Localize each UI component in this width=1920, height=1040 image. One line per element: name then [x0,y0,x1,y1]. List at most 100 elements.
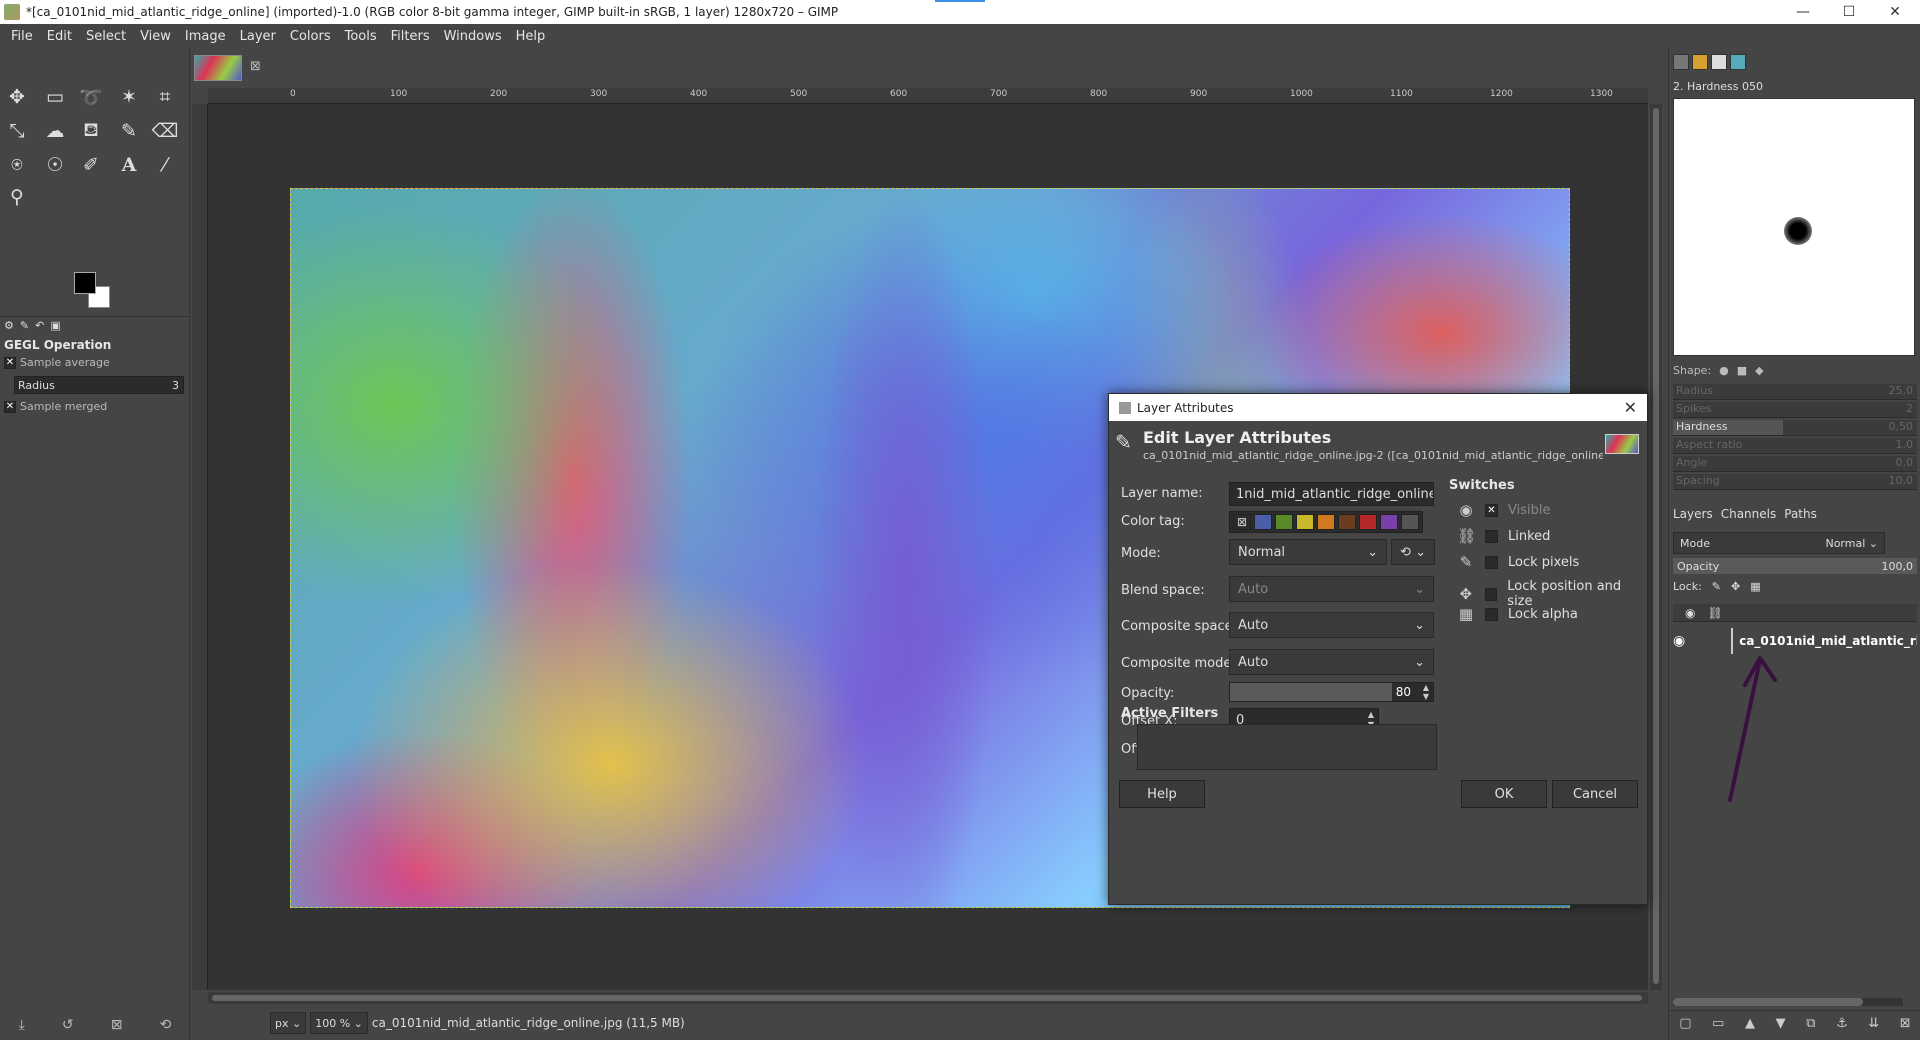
sample-merged-checkbox[interactable]: ✕ [4,400,16,413]
fg-bg-colors[interactable] [72,270,116,310]
visible-checkbox[interactable]: ✕ [1485,503,1498,517]
color-tag-swatch[interactable] [1380,514,1398,530]
menu-tools[interactable]: Tools [338,29,384,44]
foreground-color[interactable] [74,272,96,294]
paths-tool-icon[interactable]: ✐ [76,150,106,180]
menu-edit[interactable]: Edit [40,29,79,44]
brushes-tab-icon[interactable] [1673,54,1689,70]
delete-layer-icon[interactable]: ⊠ [1900,1016,1911,1031]
tool-options-tab-icon[interactable]: ⚙ [4,319,14,332]
color-tag-swatch[interactable] [1275,514,1293,530]
brush-aspect-slider[interactable]: Aspect ratio 1,0 [1673,438,1917,454]
color-picker-tool-icon[interactable]: ⁄ [150,150,180,180]
brush-angle-slider[interactable]: Angle 0,0 [1673,456,1917,472]
color-tag-swatch[interactable] [1401,514,1419,530]
move-tool-icon[interactable]: ✥ [2,82,32,112]
rect-select-tool-icon[interactable]: ▭ [40,82,70,112]
horizontal-ruler[interactable]: 0 100 200 300 400 500 600 700 800 900 10… [208,88,1648,104]
unit-select[interactable]: px ⌄ [270,1012,307,1034]
color-tag-none[interactable]: ⊠ [1233,514,1251,530]
merge-layer-icon[interactable]: ⇊ [1868,1016,1879,1031]
layer-name-input[interactable]: 1nid_mid_atlantic_ridge_online.jpg [1229,482,1434,506]
lock-pixels-checkbox[interactable] [1485,555,1498,569]
restore-options-icon[interactable]: ↺ [62,1017,74,1033]
opacity-slider[interactable]: 80 ▲ ▼ [1229,682,1434,702]
eye-icon[interactable]: ◉ [1673,633,1685,649]
color-tag-swatch[interactable] [1317,514,1335,530]
lock-alpha-icon[interactable]: ▦ [1750,580,1760,593]
layer-opacity-slider[interactable]: Opacity 100,0 [1673,558,1917,574]
warp-tool-icon[interactable]: ☁ [40,116,70,146]
color-tag-swatch[interactable] [1296,514,1314,530]
switch-visible[interactable]: ◉ ✕ Visible [1457,501,1550,519]
dialog-close-icon[interactable]: ✕ [1624,398,1637,417]
cancel-button[interactable]: Cancel [1552,780,1638,808]
tab-layers[interactable]: Layers [1673,507,1713,521]
menu-filters[interactable]: Filters [384,29,437,44]
sample-average-option[interactable]: ✕ Sample average [4,356,110,369]
menu-layer[interactable]: Layer [233,29,283,44]
color-tag-swatch[interactable] [1338,514,1356,530]
anchor-layer-icon[interactable]: ⚓ [1836,1016,1848,1031]
composite-space-select[interactable]: Auto ⌄ [1229,612,1434,638]
shape-diamond-icon[interactable]: ◆ [1755,364,1763,377]
brush-radius-slider[interactable]: Radius 25,0 [1673,384,1917,400]
sample-average-checkbox[interactable]: ✕ [4,356,16,369]
switch-lock-alpha[interactable]: ▦ Lock alpha [1457,605,1578,623]
device-status-tab-icon[interactable]: ✎ [20,319,29,332]
opacity-spin-arrows[interactable]: ▲ ▼ [1419,683,1433,701]
layer-list-scrollbar[interactable] [1673,998,1903,1006]
switch-linked[interactable]: ⛓ Linked [1457,527,1550,545]
layer-mode-select[interactable]: Mode Normal ⌄ [1673,532,1885,554]
ok-button[interactable]: OK [1461,780,1547,808]
minimize-button[interactable]: — [1780,0,1826,24]
switch-lock-pixels[interactable]: ✎ Lock pixels [1457,553,1580,571]
transform-tool-icon[interactable]: ⤡ [2,116,32,146]
close-image-tab-icon[interactable]: ⊠ [250,59,261,74]
image-tab-thumbnail[interactable] [194,55,242,81]
close-window-button[interactable]: ✕ [1872,0,1918,24]
blend-space-select[interactable]: Auto ⌄ [1229,576,1434,602]
fonts-tab-icon[interactable] [1711,54,1727,70]
menu-select[interactable]: Select [79,29,133,44]
color-tag-swatch[interactable] [1359,514,1377,530]
lock-position-checkbox[interactable] [1484,587,1498,601]
smudge-tool-icon[interactable]: ☉ [40,150,70,180]
clone-tool-icon[interactable]: ⍟ [2,150,32,180]
menu-colors[interactable]: Colors [283,29,338,44]
brush-hardness-slider[interactable]: Hardness 0,50 [1673,420,1917,436]
menu-help[interactable]: Help [509,29,553,44]
lower-layer-icon[interactable]: ▼ [1776,1016,1786,1031]
layer-row[interactable]: ◉ ca_0101nid_mid_atlantic_ridge_online.j… [1673,624,1917,658]
lock-pixels-icon[interactable]: ✎ [1712,580,1721,593]
bucket-fill-tool-icon[interactable]: ⛾ [76,116,106,146]
raise-layer-icon[interactable]: ▲ [1745,1016,1755,1031]
tab-channels[interactable]: Channels [1721,507,1777,521]
brush-spikes-slider[interactable]: Spikes 2 [1673,402,1917,418]
brush-preview[interactable] [1673,98,1915,356]
new-layer-icon[interactable]: ▢ [1679,1016,1691,1031]
images-tab-icon[interactable]: ▣ [50,319,60,332]
mode-switch-button[interactable]: ⟲ ⌄ [1391,539,1435,565]
delete-options-icon[interactable]: ⊠ [111,1017,123,1033]
paintbrush-tool-icon[interactable]: ✎ [114,116,144,146]
lock-position-icon[interactable]: ✥ [1731,580,1740,593]
brush-spacing-slider[interactable]: Spacing 10,0 [1673,474,1917,490]
duplicate-layer-icon[interactable]: ⧉ [1806,1016,1815,1031]
zoom-tool-icon[interactable]: ⚲ [2,182,32,212]
crop-tool-icon[interactable]: ⌗ [150,82,180,112]
save-options-icon[interactable]: ⤓ [19,1017,25,1033]
lock-alpha-checkbox[interactable] [1485,607,1498,621]
help-button[interactable]: Help [1119,780,1205,808]
layer-name[interactable]: ca_0101nid_mid_atlantic_ridge_online.jpg [1739,634,1917,648]
color-tag-swatch[interactable] [1254,514,1272,530]
fuzzy-select-tool-icon[interactable]: ✶ [114,82,144,112]
menu-image[interactable]: Image [178,29,233,44]
zoom-select[interactable]: 100 % ⌄ [310,1012,368,1034]
tab-paths[interactable]: Paths [1784,507,1817,521]
gradients-tab-icon[interactable] [1730,54,1746,70]
menu-file[interactable]: File [4,29,40,44]
vertical-scrollbar[interactable] [1650,104,1662,990]
vertical-ruler[interactable] [192,104,208,990]
horizontal-scrollbar[interactable] [208,992,1648,1004]
